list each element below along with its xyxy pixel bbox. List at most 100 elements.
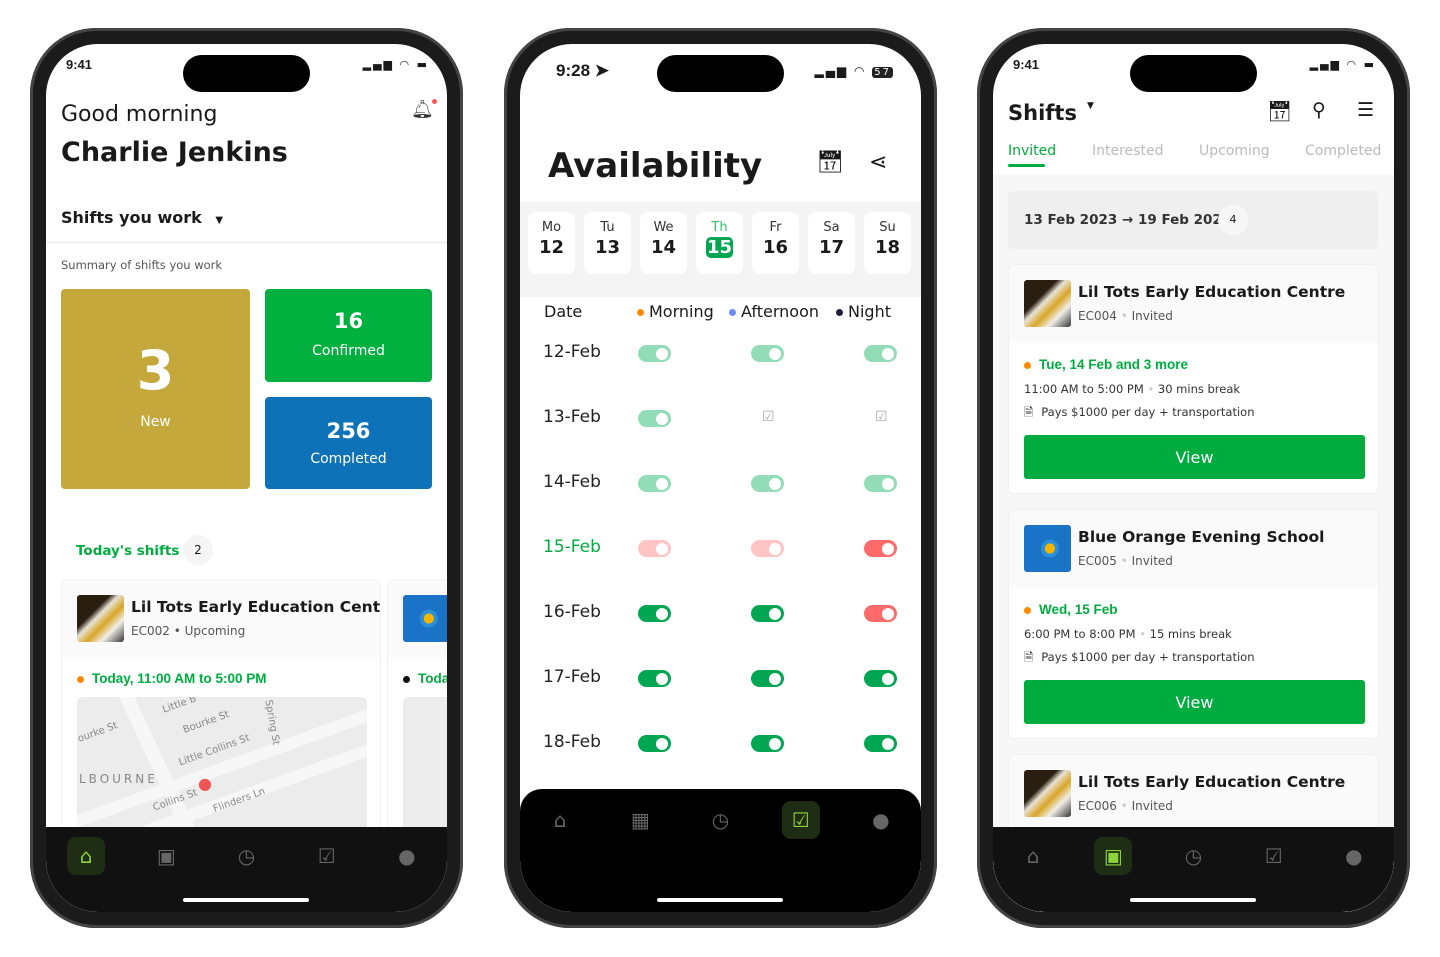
day-su[interactable]: Su 18 xyxy=(864,212,911,274)
search-icon[interactable]: ⚲ xyxy=(1312,99,1326,121)
shift-time: Today, 11:00 AM to 5:00 PM xyxy=(77,671,267,686)
night-toggle[interactable] xyxy=(864,735,897,752)
date-range-bar[interactable]: 13 Feb 2023 → 19 Feb 2023 4 xyxy=(1008,191,1378,249)
stopwatch-nav-button[interactable]: ◷ xyxy=(227,837,265,875)
calendar-check-nav-button[interactable]: ☑ xyxy=(1255,837,1293,875)
stopwatch-nav-button[interactable]: ◷ xyxy=(701,801,739,839)
battery-level: 57 xyxy=(872,67,893,78)
calendar-icon[interactable]: 📅︎ xyxy=(1267,99,1292,123)
afternoon-toggle[interactable] xyxy=(751,605,784,622)
morning-toggle[interactable] xyxy=(638,735,671,752)
day-mo[interactable]: Mo 12 xyxy=(528,212,575,274)
account-icon: ● xyxy=(872,808,890,832)
home-icon: ⌂ xyxy=(1026,844,1040,868)
map-label: Spring St xyxy=(262,699,282,746)
shift-meta: EC006 • Invited xyxy=(1078,799,1173,813)
tab-upcoming[interactable]: Upcoming xyxy=(1199,143,1270,159)
calendar-check-icon[interactable]: ☑ xyxy=(875,409,888,425)
row-date: 17-Feb xyxy=(543,667,601,687)
afternoon-toggle[interactable] xyxy=(751,670,784,687)
shift-card[interactable]: Lil Tots Early Education Centre EC004 • I… xyxy=(1008,264,1379,494)
tab-invited[interactable]: Invited xyxy=(1008,143,1056,159)
night-toggle[interactable] xyxy=(864,475,897,492)
morning-toggle[interactable] xyxy=(638,670,671,687)
stopwatch-icon: ◷ xyxy=(237,844,256,868)
tab-completed[interactable]: Completed xyxy=(1305,143,1381,159)
account-nav-button[interactable]: ● xyxy=(1335,837,1373,875)
night-toggle[interactable] xyxy=(864,605,897,622)
view-button[interactable]: View xyxy=(1024,435,1365,479)
calendar-nav-button[interactable]: ▣ xyxy=(1094,837,1133,875)
day-number: 13 xyxy=(594,237,621,258)
account-nav-button[interactable]: ● xyxy=(862,801,900,839)
home-nav-button[interactable]: ⌂ xyxy=(541,801,579,839)
shift-meta: EC005 • Invited xyxy=(1078,554,1173,568)
divider xyxy=(46,241,447,244)
night-toggle[interactable] xyxy=(864,540,897,557)
afternoon-toggle[interactable] xyxy=(751,735,784,752)
page-title: Availability xyxy=(548,146,763,186)
filter-icon[interactable]: ☰ xyxy=(1357,99,1374,121)
calendar-icon: ▣ xyxy=(156,844,176,868)
location-arrow-icon: ➤ xyxy=(594,61,610,80)
afternoon-toggle[interactable] xyxy=(751,345,784,362)
calendar-check-icon: ☑ xyxy=(1264,844,1283,868)
day-label: Th xyxy=(711,220,728,235)
phone-availability: 9:28 ➤ ▂▄▆ ◠ 57 Availability 📅︎ ⋖ Mo 12 Tu… xyxy=(504,28,937,928)
summary-label: Summary of shifts you work xyxy=(61,258,223,272)
night-toggle[interactable] xyxy=(864,670,897,687)
shift-card[interactable]: Lil Tots Early Education Cent.. EC002 • … xyxy=(61,579,381,839)
calendar-icon: ▣ xyxy=(1103,844,1123,868)
new-count: 3 xyxy=(136,339,175,402)
confirmed-stat-card[interactable]: 16 Confirmed xyxy=(265,289,432,382)
day-tu[interactable]: Tu 13 xyxy=(584,212,631,274)
organization-logo xyxy=(1024,280,1071,327)
day-sa[interactable]: Sa 17 xyxy=(808,212,855,274)
morning-toggle[interactable] xyxy=(638,540,671,557)
morning-toggle[interactable] xyxy=(638,410,671,427)
view-button[interactable]: View xyxy=(1024,680,1365,724)
shift-org-name: Lil Tots Early Education Cent.. xyxy=(131,598,381,616)
day-label: Fr xyxy=(769,220,782,235)
shift-meta: EC004 • Invited xyxy=(1078,309,1173,323)
shifts-title-dropdown[interactable]: Shifts ▼ xyxy=(1008,101,1094,125)
bell-icon[interactable]: 🔔︎ xyxy=(411,99,437,120)
home-nav-button[interactable]: ⌂ xyxy=(67,837,106,875)
day-fr[interactable]: Fr 16 xyxy=(752,212,799,274)
status-icons: ▂▄▆ ◠ 57 xyxy=(814,64,893,78)
calendar-check-nav-button[interactable]: ☑ xyxy=(308,837,346,875)
morning-toggle[interactable] xyxy=(638,475,671,492)
shift-map[interactable]: Little B ourke St Bourke St Spring St Li… xyxy=(77,697,367,838)
day-we[interactable]: We 14 xyxy=(640,212,687,274)
share-icon[interactable]: ⋖ xyxy=(869,150,887,175)
afternoon-toggle[interactable] xyxy=(751,475,784,492)
organization-logo xyxy=(1024,525,1071,572)
calendar-check-nav-button[interactable]: ☑ xyxy=(781,801,820,839)
morning-toggle[interactable] xyxy=(638,345,671,362)
tab-interested[interactable]: Interested xyxy=(1092,143,1163,159)
organization-logo xyxy=(1024,770,1071,817)
calendar-check-icon[interactable]: ☑ xyxy=(762,409,775,425)
row-date: 14-Feb xyxy=(543,472,601,492)
afternoon-toggle[interactable] xyxy=(751,540,784,557)
new-stat-card[interactable]: 3 New xyxy=(61,289,250,489)
calendar-icon[interactable]: 📅︎ xyxy=(816,150,844,175)
completed-stat-card[interactable]: 256 Completed xyxy=(265,397,432,489)
shift-card[interactable]: Blue Orange Evening School EC005 • Invite… xyxy=(1008,509,1379,739)
calendar-grid-nav-button[interactable]: ▦ xyxy=(621,801,659,839)
date-range: 13 Feb 2023 → 19 Feb 2023 xyxy=(1024,212,1232,228)
shift-card-2[interactable]: Toda xyxy=(387,579,447,839)
home-nav-button[interactable]: ⌂ xyxy=(1014,837,1052,875)
completed-count: 256 xyxy=(326,419,371,443)
stopwatch-nav-button[interactable]: ◷ xyxy=(1174,837,1212,875)
day-number: 18 xyxy=(874,237,901,258)
shifts-dropdown[interactable]: Shifts you work ▼ xyxy=(61,208,223,227)
shift-pay: 🗎 Pays $1000 per day + transportation xyxy=(1024,650,1255,664)
day-label: Su xyxy=(879,220,896,235)
calendar-nav-button[interactable]: ▣ xyxy=(147,837,185,875)
account-nav-button[interactable]: ● xyxy=(388,837,426,875)
shift-meta: EC002 • Upcoming xyxy=(131,624,246,638)
morning-toggle[interactable] xyxy=(638,605,671,622)
night-toggle[interactable] xyxy=(864,345,897,362)
day-th[interactable]: Th 15 xyxy=(696,212,743,274)
